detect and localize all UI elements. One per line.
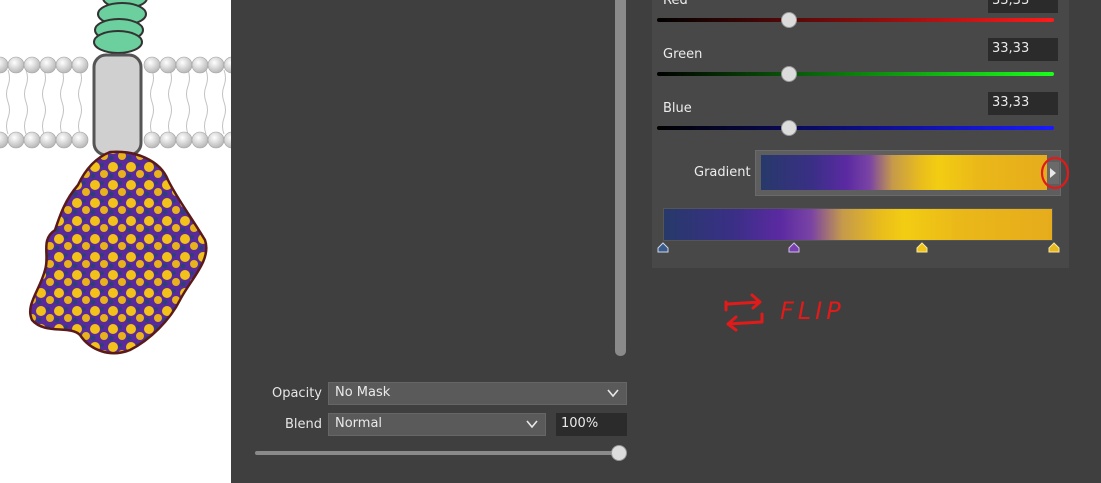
chevron-down-icon [526,420,538,429]
opacity-select-value: No Mask [335,385,391,400]
red-circle-highlight [1040,156,1070,190]
flip-annotation-text: FLIP [780,297,845,325]
blend-opacity-slider-thumb[interactable] [611,445,627,461]
flip-arrows-icon [724,293,764,332]
blend-opacity-slider-track[interactable] [255,451,625,455]
blue-slider-track[interactable] [657,126,1054,130]
green-channel-label: Green [663,47,703,62]
opacity-label: Opacity [271,386,322,401]
gradient-stop-4[interactable] [1048,242,1060,253]
blend-opacity-input[interactable]: 100% [556,413,627,436]
gradient-label: Gradient [694,165,751,180]
green-slider-track[interactable] [657,72,1054,76]
blend-label: Blend [284,417,322,432]
opacity-select[interactable]: No Mask [328,382,627,405]
flip-annotation: FLIP [724,293,845,332]
layer-panel [231,0,640,483]
red-slider-track[interactable] [657,18,1054,22]
red-value-input[interactable]: 33,33 [988,0,1058,13]
gradient-stop-2[interactable] [788,242,800,253]
gradient-stop-1[interactable] [657,242,669,253]
blend-select-value: Normal [335,416,383,431]
document-canvas[interactable] [0,0,241,483]
gradient-preview[interactable] [761,155,1047,190]
gradient-editor-bar[interactable] [663,208,1053,241]
chevron-down-icon [607,389,619,398]
green-value-input[interactable]: 33,33 [988,38,1058,61]
gradient-stop-3[interactable] [916,242,928,253]
membrane-protein-illustration [0,0,241,355]
blue-value-input[interactable]: 33,33 [988,92,1058,115]
panel-scrollbar[interactable] [615,0,626,356]
blue-channel-label: Blue [663,101,692,116]
blend-mode-select[interactable]: Normal [328,413,546,436]
red-channel-label: Red [663,0,688,8]
